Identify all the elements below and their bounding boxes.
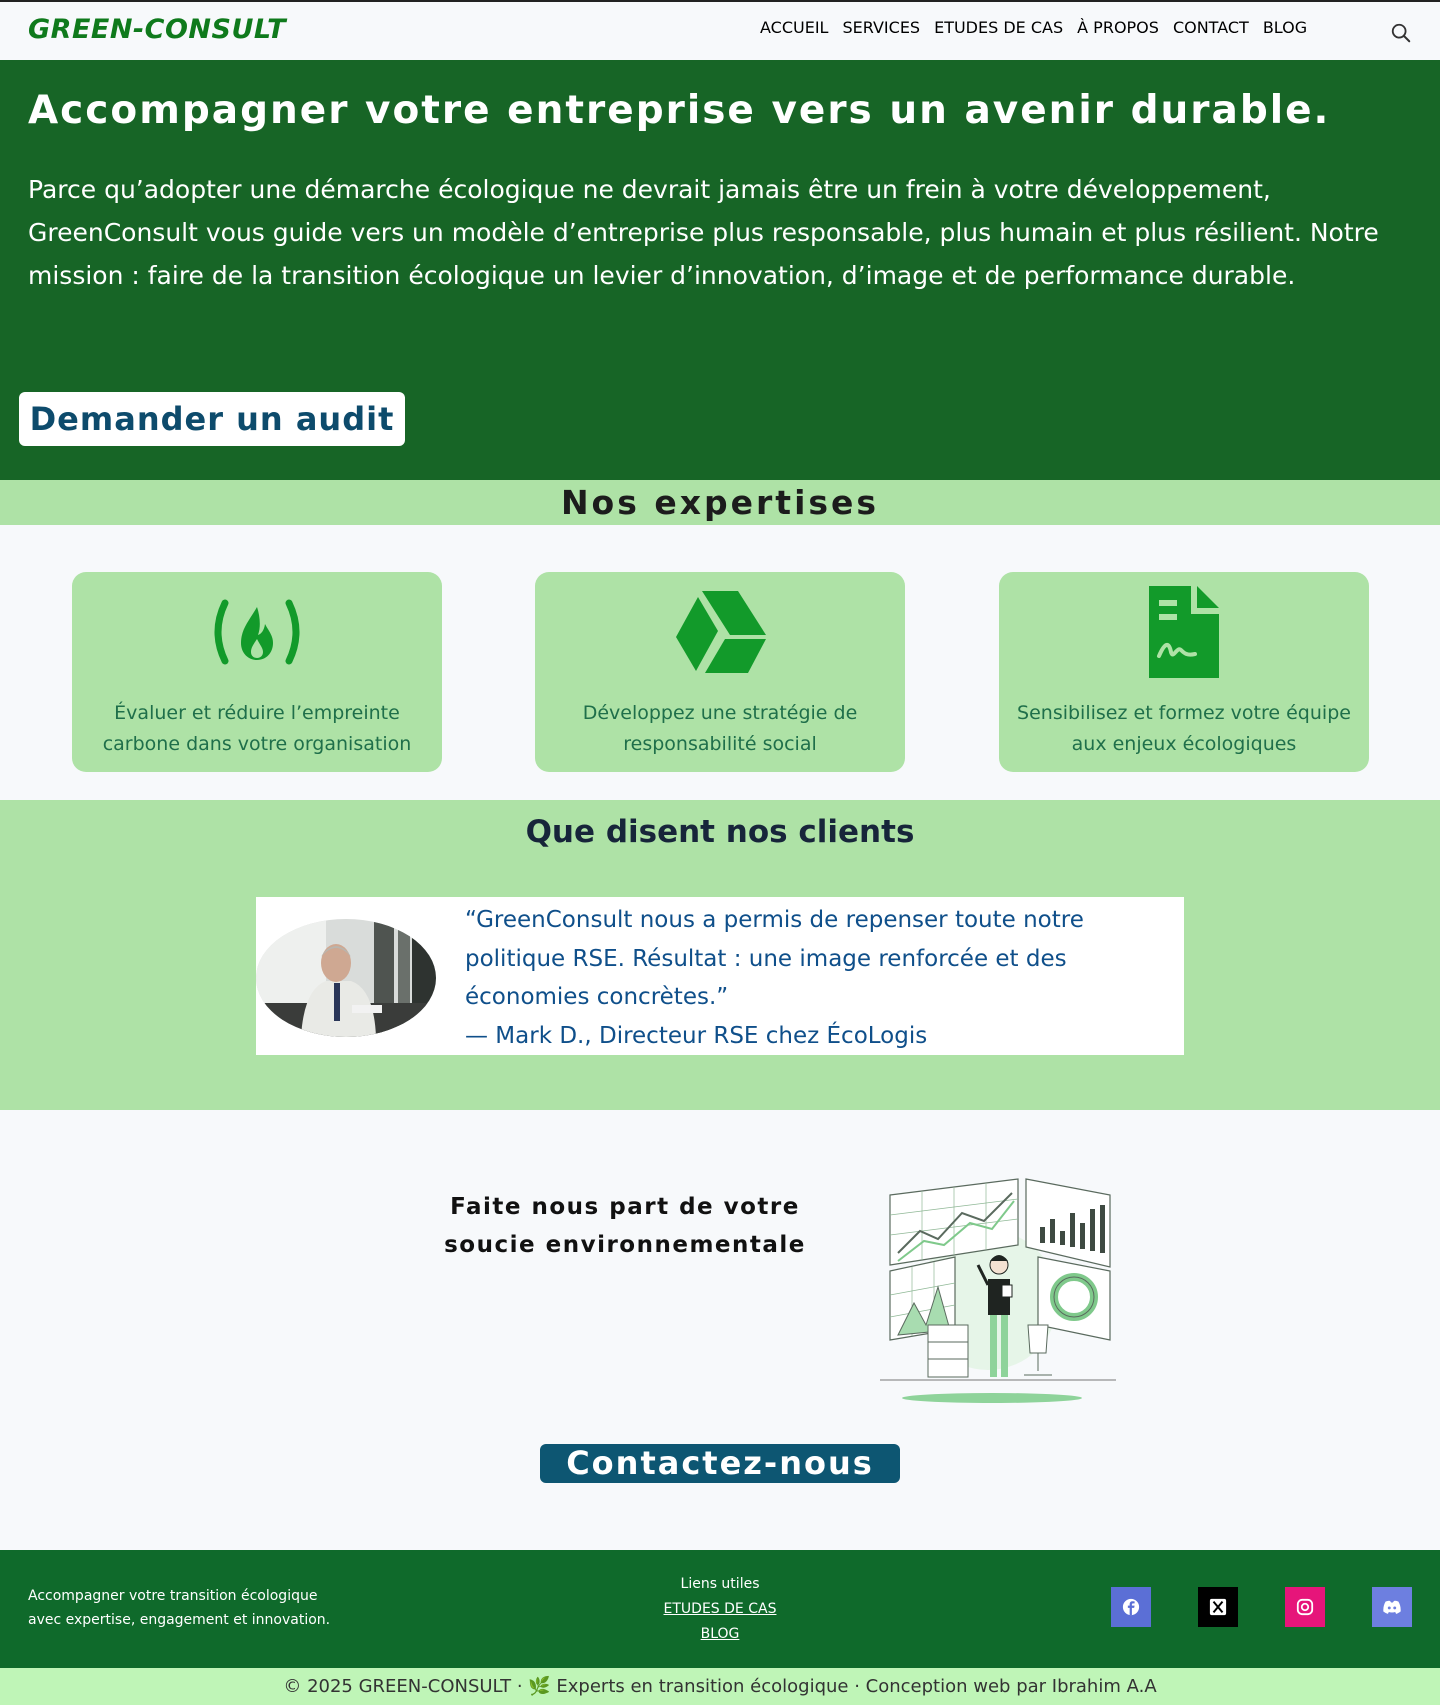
expertise-card-text: Développez une stratégie de responsabili… — [582, 702, 858, 755]
contact-button[interactable]: Contactez-nous — [540, 1444, 900, 1483]
discord-button[interactable] — [1372, 1587, 1412, 1627]
footer-tagline-line2: avec expertise, engagement et innovation… — [28, 1612, 331, 1628]
nav-services[interactable]: SERVICES — [842, 18, 920, 37]
nav-accueil[interactable]: ACCUEIL — [760, 18, 828, 37]
main-nav: ACCUEIL SERVICES ETUDES DE CAS À PROPOS … — [760, 18, 1307, 37]
instagram-icon — [1296, 1598, 1314, 1616]
strategy-drive-icon — [676, 591, 766, 673]
client-avatar — [256, 919, 436, 1037]
search-icon[interactable] — [1390, 22, 1412, 44]
expertises-heading-band: Nos expertises — [0, 480, 1440, 525]
footer-tagline-line1: Accompagner votre transition écologique — [28, 1588, 318, 1604]
footer-links-title: Liens utiles — [680, 1576, 760, 1592]
nav-a-propos[interactable]: À PROPOS — [1077, 18, 1159, 37]
nav-etudes-de-cas[interactable]: ETUDES DE CAS — [934, 18, 1063, 37]
footer-link-etudes[interactable]: ETUDES DE CAS — [600, 1597, 840, 1622]
testimonials-section: Que disent nos clients “GreenConsult nou… — [0, 800, 1440, 1110]
testimonials-title: Que disent nos clients — [525, 814, 915, 850]
expertise-card-carbon[interactable]: Évaluer et réduire l’empreinte carbone d… — [72, 572, 442, 772]
carbon-fire-icon — [214, 599, 300, 665]
hero-text: Parce qu’adopter une démarche écologique… — [28, 175, 1379, 290]
footer-link-blog[interactable]: BLOG — [600, 1622, 840, 1647]
x-button[interactable] — [1198, 1587, 1238, 1627]
quote-text: “GreenConsult nous a permis de repenser … — [465, 907, 1084, 1010]
instagram-button[interactable] — [1285, 1587, 1325, 1627]
testimonial-quote: “GreenConsult nous a permis de repenser … — [465, 901, 1165, 1055]
discord-icon — [1383, 1600, 1401, 1614]
expertises-title: Nos expertises — [560, 483, 880, 522]
expertise-card-text: Sensibilisez et formez votre équipe aux … — [1017, 702, 1351, 755]
hero-title: Accompagner votre entreprise vers un ave… — [28, 88, 1331, 133]
footer-tagline: Accompagner votre transition écologique … — [28, 1584, 330, 1632]
quote-author: — Mark D., Directeur RSE chez ÉcoLogis — [465, 1022, 928, 1049]
hero-section: Accompagner votre entreprise vers un ave… — [0, 60, 1440, 480]
expertise-card-text: Évaluer et réduire l’empreinte carbone d… — [102, 702, 412, 755]
footer-links: Liens utiles ETUDES DE CAS BLOG — [600, 1572, 840, 1647]
x-icon — [1209, 1598, 1227, 1616]
contact-section: Faite nous part de votre soucie environn… — [0, 1110, 1440, 1550]
expertise-card-strategy[interactable]: Développez une stratégie de responsabili… — [535, 572, 905, 772]
nav-blog[interactable]: BLOG — [1263, 18, 1307, 37]
nav-contact[interactable]: CONTACT — [1173, 18, 1249, 37]
copyright-bar: © 2025 GREEN-CONSULT · 🌿 Experts en tran… — [0, 1668, 1440, 1705]
site-footer: Accompagner votre transition écologique … — [0, 1550, 1440, 1668]
expertises-cards: Évaluer et réduire l’empreinte carbone d… — [0, 525, 1440, 800]
site-logo[interactable]: GREEN-CONSULT — [28, 14, 286, 45]
testimonial-card: “GreenConsult nous a permis de repenser … — [256, 897, 1184, 1055]
document-signature-icon — [1149, 586, 1219, 678]
audit-button[interactable]: Demander un audit — [19, 392, 405, 446]
analytics-illustration — [880, 1178, 1116, 1403]
contact-title: Faite nous part de votre soucie environn… — [444, 1194, 806, 1258]
expertise-card-training[interactable]: Sensibilisez et formez votre équipe aux … — [999, 572, 1369, 772]
facebook-icon — [1122, 1598, 1140, 1616]
facebook-button[interactable] — [1111, 1587, 1151, 1627]
site-header: GREEN-CONSULT ACCUEIL SERVICES ETUDES DE… — [0, 2, 1440, 60]
